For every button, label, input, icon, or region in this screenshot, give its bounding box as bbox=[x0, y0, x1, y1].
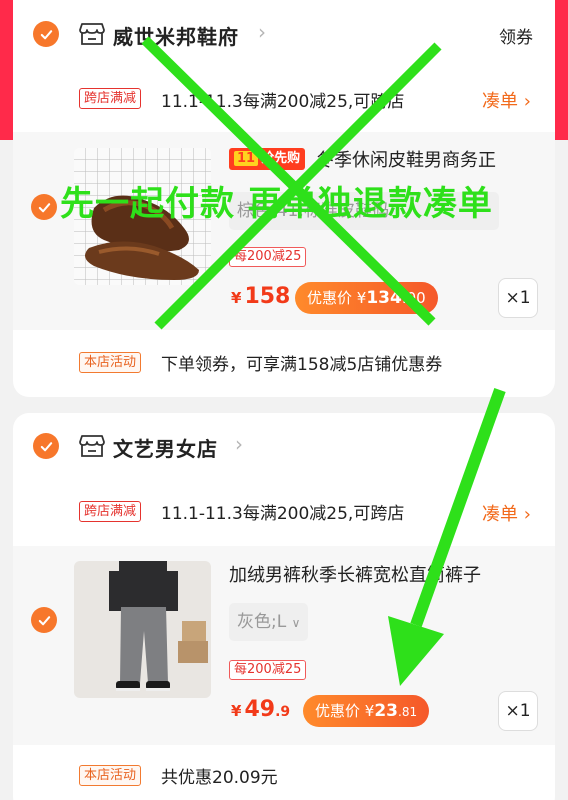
coupon-price-pill: 优惠价 ¥134.00 bbox=[295, 282, 438, 314]
sku-selector[interactable]: 灰色;L ∨ bbox=[229, 603, 309, 641]
chevron-right-icon[interactable]: › bbox=[258, 20, 266, 44]
coupon-price-pill: 优惠价 ¥23.81 bbox=[303, 695, 430, 727]
item-checkbox[interactable] bbox=[31, 194, 57, 220]
store-icon bbox=[79, 435, 105, 457]
quantity-selector[interactable]: ×1 bbox=[498, 691, 538, 731]
store-activity-tag: 本店活动 bbox=[79, 352, 142, 373]
shop-card-2: 文艺男女店 › 跨店满减 11.1-11.3每满200减25,可跨店 凑单 › … bbox=[13, 413, 555, 800]
chevron-down-icon: ∨ bbox=[291, 616, 301, 630]
shop-checkbox[interactable] bbox=[33, 21, 59, 47]
promo-text: 11.1-11.3每满200减25,可跨店 bbox=[161, 504, 405, 524]
store-activity-tag: 本店活动 bbox=[79, 765, 142, 786]
check-icon bbox=[40, 441, 52, 451]
make-up-order-link[interactable]: 凑单 › bbox=[482, 87, 531, 113]
product-title[interactable]: 冬季休闲皮鞋男商务正 bbox=[316, 146, 541, 172]
check-icon bbox=[40, 29, 52, 39]
product-price: ¥49.9 bbox=[231, 697, 291, 722]
check-icon bbox=[38, 202, 50, 212]
item-checkbox[interactable] bbox=[31, 607, 57, 633]
shop-checkbox[interactable] bbox=[33, 433, 59, 459]
shop-name[interactable]: 威世米邦鞋府 bbox=[113, 21, 239, 50]
check-icon bbox=[38, 615, 50, 625]
store-icon bbox=[79, 23, 105, 45]
make-up-order-link[interactable]: 凑单 › bbox=[482, 500, 531, 526]
get-coupon-button[interactable]: 领券 bbox=[499, 23, 533, 48]
product-title[interactable]: 加绒男裤秋季长裤宽松直筒裤子 bbox=[229, 561, 545, 587]
cross-store-tag: 跨店满减 bbox=[79, 501, 142, 522]
promo-text: 11.1-11.3每满200减25,可跨店 bbox=[161, 92, 405, 112]
product-image-pants[interactable] bbox=[74, 561, 211, 698]
discount-tag: 每200减25 bbox=[229, 660, 307, 680]
chevron-right-icon[interactable]: › bbox=[235, 432, 243, 456]
annotation-text: 先一起付款 再单独退款凑单 bbox=[60, 184, 493, 224]
flash-sale-badge: 11 抢先购 bbox=[229, 148, 306, 170]
product-price: ¥158 bbox=[231, 284, 291, 309]
shop-name[interactable]: 文艺男女店 bbox=[113, 433, 218, 462]
store-activity-text[interactable]: 下单领券，可享满158减5店铺优惠券 bbox=[161, 350, 442, 375]
quantity-selector[interactable]: ×1 bbox=[498, 278, 538, 318]
store-activity-text[interactable]: 共优惠20.09元 bbox=[161, 763, 278, 788]
discount-tag: 每200减25 bbox=[229, 247, 307, 267]
cross-store-tag: 跨店满减 bbox=[79, 88, 142, 109]
